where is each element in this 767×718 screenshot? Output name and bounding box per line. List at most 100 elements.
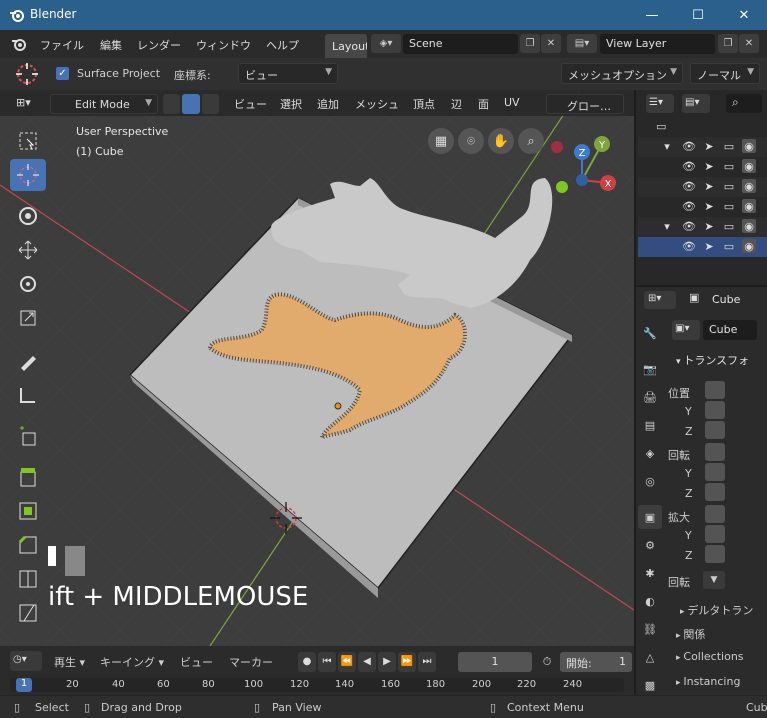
outliner-row-2[interactable]: 👁 ➤ ▭ ◉ — [638, 177, 767, 197]
relations-header[interactable]: ▸ 関係 — [676, 626, 705, 642]
translate-tool[interactable] — [10, 234, 46, 266]
marker-menu[interactable]: マーカー — [229, 654, 273, 670]
maximize-button[interactable]: ☐ — [675, 0, 721, 30]
camera-icon[interactable]: ◉ — [742, 159, 756, 173]
rotation-z-field[interactable] — [705, 483, 725, 501]
mode-dropdown[interactable]: Edit Mode ▼ — [50, 94, 158, 114]
loop-cut-tool[interactable] — [10, 563, 46, 595]
menu-edge[interactable]: 辺 — [445, 93, 468, 113]
select-arrow-icon[interactable]: ➤ — [702, 139, 716, 153]
tool-tab-icon[interactable]: 🔧 — [638, 321, 662, 345]
jump-end-icon[interactable]: ⏭ — [418, 652, 436, 672]
instancing-header[interactable]: ▸ Instancing — [676, 675, 740, 688]
object-data-icon[interactable]: ▣▾ — [672, 320, 700, 340]
eye-icon[interactable]: 👁 — [682, 199, 696, 213]
current-frame-field[interactable]: 1 — [458, 652, 532, 672]
blender-menu-icon[interactable] — [10, 36, 28, 52]
outliner-search-icon[interactable]: ⌕ — [726, 94, 762, 113]
mesh-options-dropdown[interactable]: メッシュオプション ▼ — [561, 63, 683, 84]
collections-header[interactable]: ▸ Collections — [676, 650, 744, 663]
extrude-tool[interactable] — [10, 461, 46, 493]
rotation-y-field[interactable] — [705, 463, 725, 481]
scale-z-field[interactable] — [705, 545, 725, 563]
physics-tab-icon[interactable]: ◐ — [638, 589, 662, 613]
outliner-display-icon[interactable]: ☰▾ — [646, 94, 674, 113]
navigation-gizmo[interactable]: Z Y X — [540, 130, 620, 210]
knife-tool[interactable] — [10, 597, 46, 629]
monitor-icon[interactable]: ▭ — [722, 179, 736, 193]
grid-view-icon[interactable]: ▦ — [428, 128, 454, 154]
location-y-field[interactable] — [705, 401, 725, 419]
scene-browse-icon[interactable]: ◈▾ — [371, 34, 401, 53]
camera-icon[interactable]: ◉ — [742, 199, 756, 213]
measure-tool[interactable] — [10, 379, 46, 411]
rotate-tool[interactable] — [10, 268, 46, 300]
menu-face[interactable]: 面 — [472, 93, 495, 113]
keying-menu[interactable]: キーイング ▾ — [100, 654, 164, 670]
stopwatch-icon[interactable]: ⏱ — [539, 652, 555, 672]
monitor-icon[interactable]: ▭ — [722, 139, 736, 153]
next-keyframe-icon[interactable]: ⏩ — [398, 652, 416, 672]
face-select-icon[interactable] — [201, 94, 219, 114]
menu-view[interactable]: ビュー — [228, 93, 273, 113]
minimize-button[interactable]: — — [629, 0, 675, 30]
menu-edit[interactable]: 編集 — [100, 37, 122, 53]
menu-mesh[interactable]: メッシュ — [349, 93, 405, 113]
world-tab-icon[interactable]: ◎ — [638, 469, 662, 493]
rotation-x-field[interactable] — [705, 443, 725, 461]
add-cube-tool[interactable] — [10, 420, 46, 452]
cursor-tool[interactable] — [10, 159, 46, 191]
data-tab-icon[interactable]: △ — [638, 645, 662, 669]
camera-icon[interactable]: ◉ — [742, 139, 756, 153]
menu-window[interactable]: ウィンドウ — [196, 37, 251, 53]
start-frame-field[interactable]: 開始: 1 — [560, 652, 632, 672]
normal-dropdown[interactable]: ノーマル ▼ — [690, 63, 760, 84]
camera-icon[interactable]: ◉ — [742, 179, 756, 193]
select-arrow-icon[interactable]: ➤ — [702, 159, 716, 173]
3d-viewport[interactable]: User Perspective (1) Cube ift + MIDDLEMO… — [0, 90, 634, 646]
editor-type-button[interactable]: ⊞▾ — [10, 93, 44, 113]
select-arrow-icon[interactable]: ➤ — [702, 179, 716, 193]
jump-start-icon[interactable]: ⏮ — [318, 652, 336, 672]
menu-render[interactable]: レンダー — [137, 37, 181, 53]
eye-icon[interactable]: 👁 — [682, 159, 696, 173]
viewlayer-tab-icon[interactable]: ▤ — [638, 413, 662, 437]
transform-panel-header[interactable]: ▾ トランスフォ — [676, 352, 749, 368]
outliner-row-4[interactable]: ▾ 👁 ➤ ▭ ◉ — [638, 217, 767, 237]
camera-icon[interactable]: ◉ — [742, 239, 756, 253]
scale-tool[interactable] — [10, 302, 46, 334]
play-icon[interactable]: ▶ — [378, 652, 396, 672]
delta-transform-header[interactable]: ▸ デルタトラン — [680, 602, 753, 618]
scale-y-field[interactable] — [705, 525, 725, 543]
output-tab-icon[interactable]: 🖨 — [638, 385, 662, 409]
menu-file[interactable]: ファイル — [40, 37, 84, 53]
menu-add[interactable]: 追加 — [311, 93, 345, 113]
expand-arrow-icon[interactable]: ▾ — [660, 139, 674, 153]
scale-x-field[interactable] — [705, 505, 725, 523]
expand-arrow-icon[interactable]: ▾ — [660, 219, 674, 233]
eye-icon[interactable]: 👁 — [682, 139, 696, 153]
menu-select[interactable]: 選択 — [274, 93, 308, 113]
record-icon[interactable]: ● — [298, 652, 316, 672]
outliner-row-active[interactable]: 👁 ➤ ▭ ◉ — [638, 237, 767, 257]
camera-view-icon[interactable]: ⌾ — [458, 128, 484, 154]
select-arrow-icon[interactable]: ➤ — [702, 199, 716, 213]
scene-name-field[interactable]: Scene — [403, 34, 518, 54]
eye-icon[interactable]: 👁 — [682, 239, 696, 253]
pan-hand-icon[interactable]: ✋ — [488, 128, 514, 154]
constraints-tab-icon[interactable]: ⛓ — [638, 617, 662, 641]
viewlayer-browse-icon[interactable]: ▤▾ — [567, 34, 597, 53]
playhead[interactable]: 1 — [16, 678, 32, 692]
modifier-tab-icon[interactable]: ⚙ — [638, 533, 662, 557]
outliner-row-1[interactable]: 👁 ➤ ▭ ◉ — [638, 157, 767, 177]
playback-menu[interactable]: 再生 ▾ — [54, 654, 85, 670]
location-z-field[interactable] — [705, 421, 725, 439]
play-reverse-icon[interactable]: ◀ — [358, 652, 376, 672]
scene-tab-icon[interactable]: ◈ — [638, 441, 662, 465]
rotation-mode-dropdown[interactable]: ▼ — [703, 571, 725, 589]
monitor-icon[interactable]: ▭ — [722, 219, 736, 233]
bevel-tool[interactable] — [10, 529, 46, 561]
inset-tool[interactable] — [10, 495, 46, 527]
location-x-field[interactable] — [705, 381, 725, 399]
select-arrow-icon[interactable]: ➤ — [702, 239, 716, 253]
